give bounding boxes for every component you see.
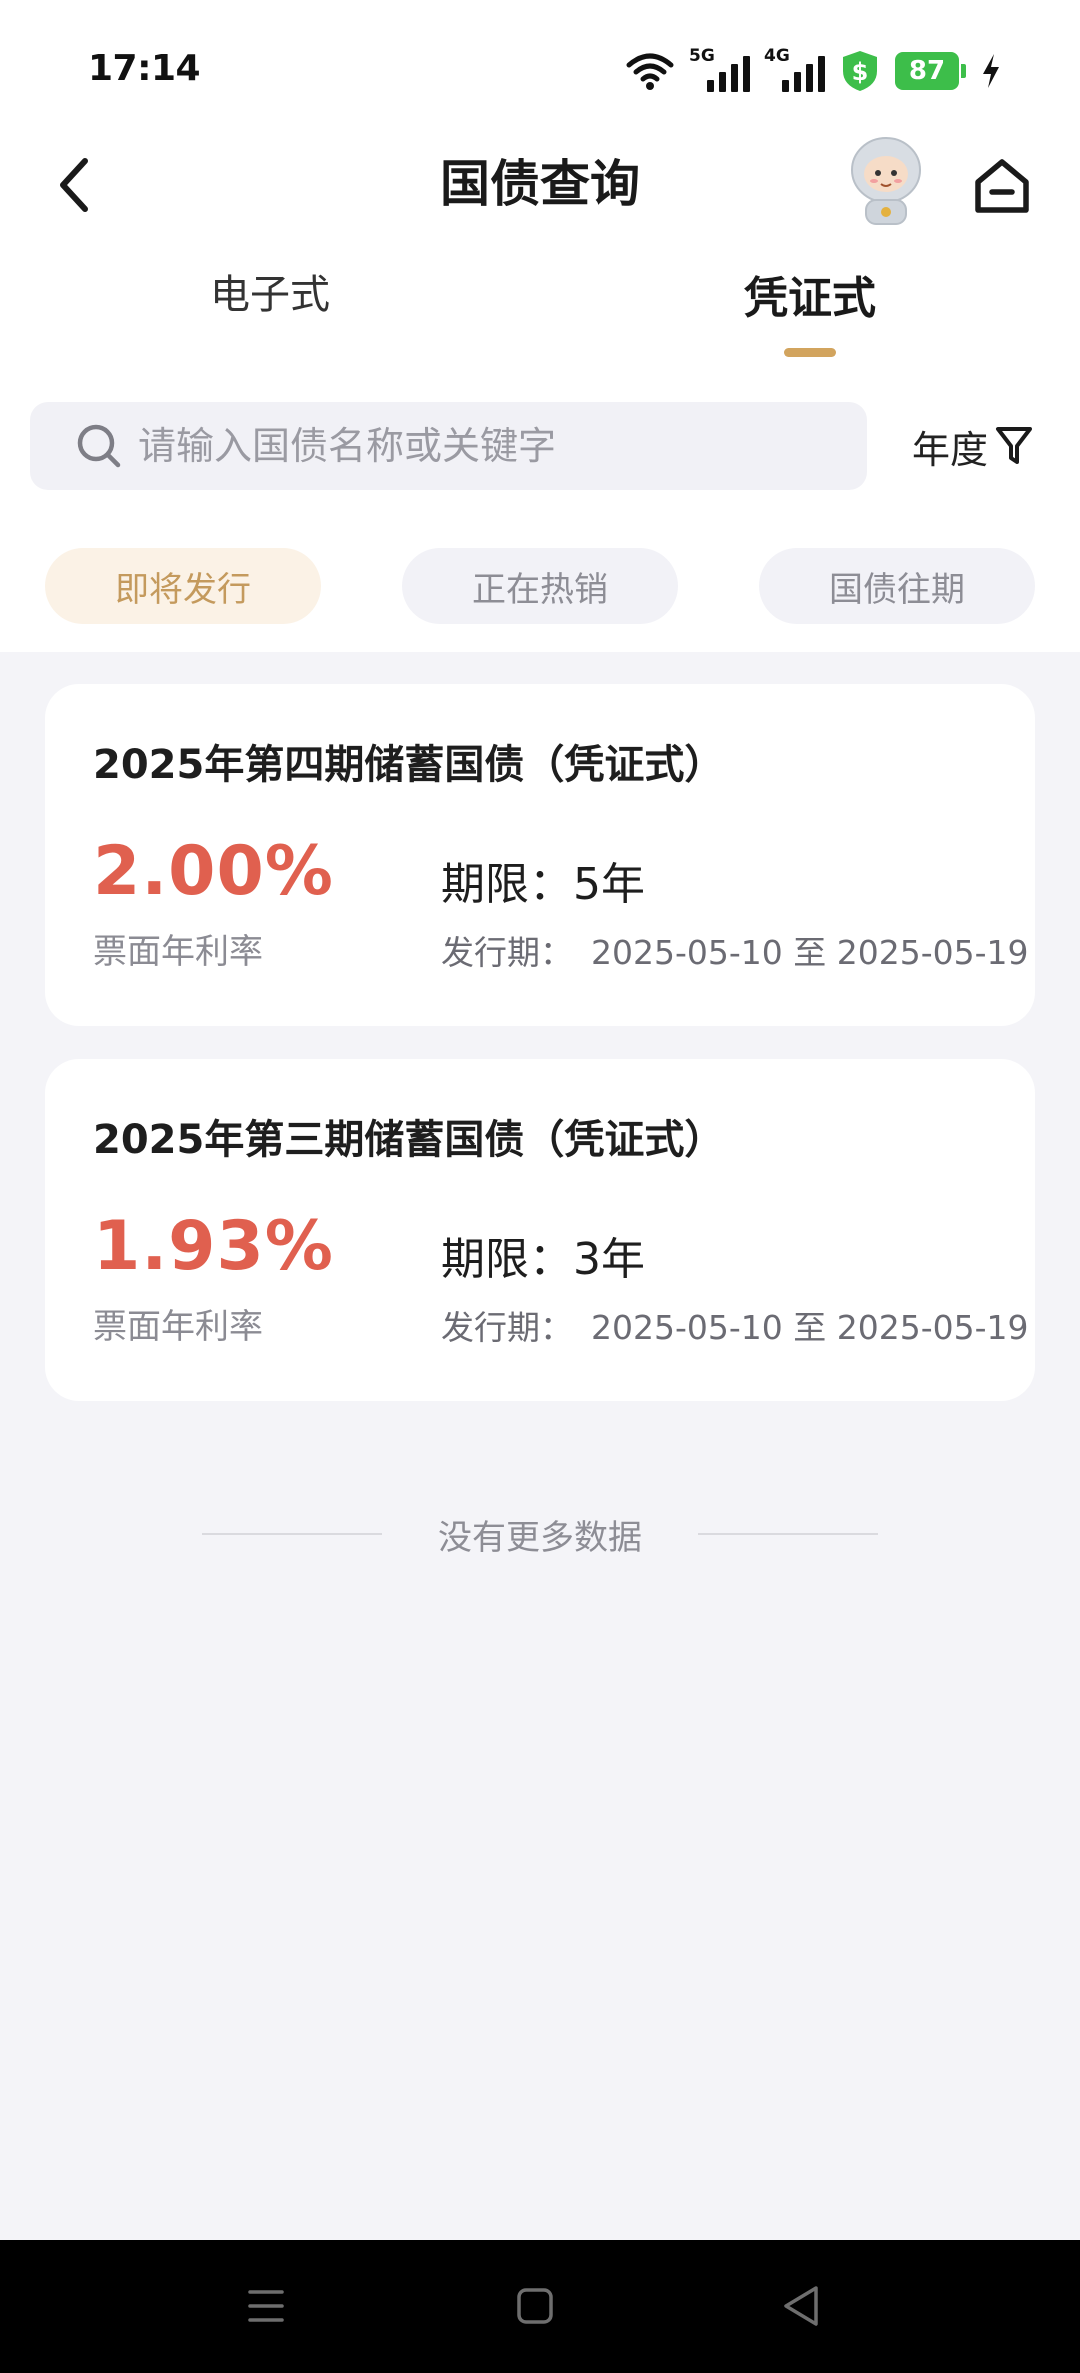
tab-electronic[interactable]: 电子式 xyxy=(120,262,420,320)
system-back-icon[interactable] xyxy=(772,2276,832,2336)
bond-name: 2025年第三期储蓄国债（凭证式） xyxy=(93,1117,725,1163)
network-4g-label: 4G xyxy=(764,46,790,66)
bond-issue-period: 发行期： 2025-05-10 至 2025-05-19 xyxy=(441,1301,1029,1349)
tab-certificate[interactable]: 凭证式 xyxy=(660,262,960,326)
status-icons: 5G 4G $ 87 xyxy=(625,46,1002,96)
filter-icon xyxy=(996,427,1033,464)
bond-rate-label: 票面年利率 xyxy=(93,1307,263,1347)
top-panel: 17:14 5G 4G $ 87 国债查询 电子式 凭证式 请输入国债名称或关键… xyxy=(0,0,1080,652)
battery-icon: 87 xyxy=(895,52,966,90)
svg-text:$: $ xyxy=(852,58,869,86)
home-button[interactable] xyxy=(970,154,1034,218)
network-5g-label: 5G xyxy=(689,46,715,66)
nav-header: 国债查询 xyxy=(0,130,1080,240)
year-filter-button[interactable]: 年度 xyxy=(912,416,1034,476)
issue-period-value: 2025-05-10 至 2025-05-19 xyxy=(591,1308,1029,1347)
chip-past-issues[interactable]: 国债往期 xyxy=(759,548,1035,624)
status-time: 17:14 xyxy=(88,48,201,89)
search-box[interactable] xyxy=(30,402,867,490)
divider-left xyxy=(202,1533,382,1535)
bond-rate-label: 票面年利率 xyxy=(93,932,263,972)
system-home-icon[interactable] xyxy=(505,2276,565,2336)
signal-4g-icon: 4G xyxy=(764,46,825,92)
recents-menu-icon[interactable] xyxy=(236,2276,296,2336)
issue-period-label: 发行期： xyxy=(441,1308,573,1347)
issue-period-value: 2025-05-10 至 2025-05-19 xyxy=(591,933,1029,972)
bond-card[interactable]: 2025年第四期储蓄国债（凭证式） 2.00% 票面年利率 期限：5年 发行期：… xyxy=(45,684,1035,1026)
status-chips: 即将发行 正在热销 国债往期 xyxy=(0,548,1080,626)
charging-icon xyxy=(983,54,999,88)
wifi-icon xyxy=(626,53,674,90)
bond-term: 期限：5年 xyxy=(441,859,645,910)
no-more-data: 没有更多数据 xyxy=(0,1504,1080,1564)
bond-issue-period: 发行期： 2025-05-10 至 2025-05-19 xyxy=(441,926,1029,974)
shield-dollar-icon: $ xyxy=(843,51,877,91)
bond-card[interactable]: 2025年第三期储蓄国债（凭证式） 1.93% 票面年利率 期限：3年 发行期：… xyxy=(45,1059,1035,1401)
active-tab-indicator xyxy=(784,348,836,357)
bond-term: 期限：3年 xyxy=(441,1234,645,1285)
search-input[interactable] xyxy=(138,424,818,468)
screen: 17:14 5G 4G $ 87 国债查询 电子式 凭证式 请输入国债名称或关键… xyxy=(0,0,1080,2373)
chip-upcoming[interactable]: 即将发行 xyxy=(45,548,321,624)
bond-name: 2025年第四期储蓄国债（凭证式） xyxy=(93,742,725,788)
bond-rate: 2.00% xyxy=(93,832,334,911)
bond-rate: 1.93% xyxy=(93,1207,334,1286)
issue-period-label: 发行期： xyxy=(441,933,573,972)
status-bar: 17:14 5G 4G $ 87 xyxy=(0,0,1080,140)
no-more-data-text: 没有更多数据 xyxy=(438,1517,642,1558)
search-icon xyxy=(77,424,121,468)
year-filter-label: 年度 xyxy=(912,427,989,472)
divider-right xyxy=(698,1533,878,1535)
home-icon xyxy=(975,159,1029,213)
battery-level: 87 xyxy=(895,52,959,90)
chip-on-sale[interactable]: 正在热销 xyxy=(402,548,678,624)
signal-5g-icon: 5G xyxy=(689,46,750,92)
astronaut-mascot xyxy=(851,137,921,225)
system-nav-bar xyxy=(0,2240,1080,2373)
segmented-tabs: 电子式 凭证式 xyxy=(0,262,1080,362)
